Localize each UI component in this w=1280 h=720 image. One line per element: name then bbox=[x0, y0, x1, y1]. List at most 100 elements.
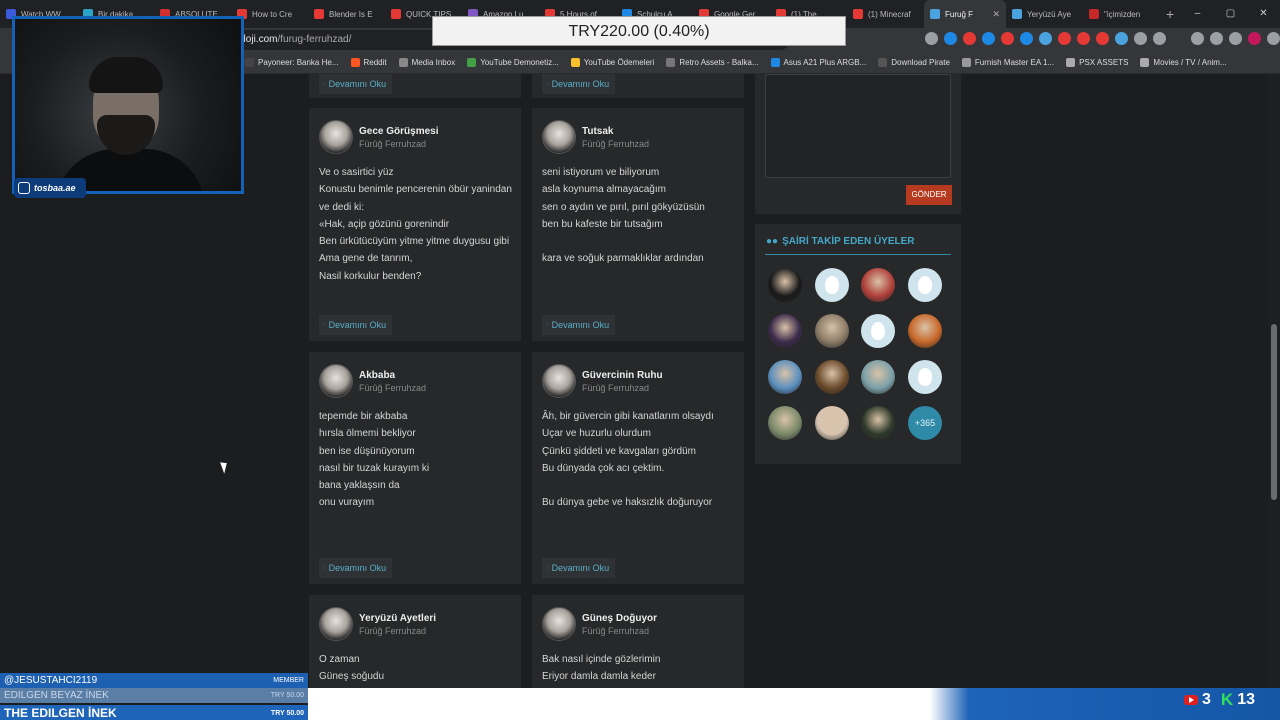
poem-line: nasıl bir tuzak kurayım ki bbox=[319, 462, 430, 474]
read-more-button[interactable]: › Devamını Oku bbox=[542, 315, 616, 335]
music-icon[interactable] bbox=[1191, 32, 1204, 45]
bookmark-item[interactable]: Download Pirate bbox=[878, 58, 950, 67]
browser-tab[interactable]: (1) Minecraf bbox=[847, 0, 924, 28]
extension-icon[interactable] bbox=[1153, 32, 1166, 45]
more-followers-badge[interactable]: +365 bbox=[908, 406, 942, 440]
follower-avatar[interactable] bbox=[768, 314, 802, 348]
follower-avatar[interactable] bbox=[861, 406, 895, 440]
extension-icon[interactable] bbox=[982, 32, 995, 45]
poem-title[interactable]: Tutsak bbox=[582, 126, 649, 137]
poem-title[interactable]: Güvercinin Ruhu bbox=[582, 370, 663, 381]
puzzle-icon[interactable] bbox=[1134, 32, 1147, 45]
follower-avatar[interactable] bbox=[768, 268, 802, 302]
maximize-icon[interactable]: ▢ bbox=[1214, 0, 1247, 28]
extension-icon[interactable] bbox=[1096, 32, 1109, 45]
followers-title: ŞAİRİ TAKİP EDEN ÜYELER bbox=[782, 236, 915, 247]
author-avatar[interactable] bbox=[542, 607, 576, 641]
bookmark-item[interactable]: Reddit bbox=[350, 58, 387, 67]
author-avatar[interactable] bbox=[319, 120, 353, 154]
poem-author[interactable]: Fürûğ Ferruhzad bbox=[582, 383, 663, 393]
youtube-icon bbox=[1184, 695, 1198, 705]
instagram-handle: tosbaa.ae bbox=[34, 183, 76, 193]
browser-tab[interactable]: "içimizden bbox=[1083, 0, 1160, 28]
follower-avatar[interactable] bbox=[861, 268, 895, 302]
follower-avatar[interactable] bbox=[768, 406, 802, 440]
follower-avatar[interactable] bbox=[815, 406, 849, 440]
follower-avatar[interactable] bbox=[815, 314, 849, 348]
poem-title[interactable]: Akbaba bbox=[359, 370, 426, 381]
author-avatar[interactable] bbox=[319, 607, 353, 641]
profile-icon[interactable] bbox=[1248, 32, 1261, 45]
close-window-icon[interactable]: ✕ bbox=[1247, 0, 1280, 28]
bookmark-item[interactable]: Furnish Master EA 1... bbox=[961, 58, 1054, 67]
follower-avatar[interactable] bbox=[908, 360, 942, 394]
bookmark-item[interactable]: YouTube Demonetiz... bbox=[467, 58, 559, 67]
follower-avatar[interactable] bbox=[768, 360, 802, 394]
extension-icon[interactable] bbox=[1020, 32, 1033, 45]
read-more-button[interactable]: › Devamını Oku bbox=[319, 315, 393, 335]
extension-icon[interactable] bbox=[1039, 32, 1052, 45]
poem-line: seni istiyorum ve biliyorum bbox=[542, 167, 660, 178]
extension-icon[interactable] bbox=[1115, 32, 1128, 45]
poem-line: ben bu kafeste bir tutsağım bbox=[542, 218, 663, 230]
follower-avatar[interactable] bbox=[815, 360, 849, 394]
poem-line: Eriyor damla damla keder bbox=[542, 671, 656, 683]
page-scrollbar[interactable] bbox=[1268, 74, 1280, 688]
bookmark-item[interactable]: Asus A21 Plus ARGB... bbox=[770, 58, 866, 67]
poem-line: Âh, bir güvercin gibi kanatlarım olsaydı bbox=[542, 411, 714, 422]
poem-card: Tutsak Fürûğ Ferruhzad seni istiyorum ve b… bbox=[532, 108, 744, 341]
extension-icon[interactable] bbox=[1172, 32, 1185, 45]
follower-avatar[interactable] bbox=[815, 268, 849, 302]
read-more-button[interactable]: › Devamını Oku bbox=[542, 74, 616, 94]
browser-tab[interactable]: Furuğ F ✕ bbox=[924, 0, 1006, 28]
poem-author[interactable]: Fürûğ Ferruhzad bbox=[359, 626, 436, 636]
extension-icon[interactable] bbox=[944, 32, 957, 45]
bookmark-item[interactable]: YouTube Ödemeleri bbox=[570, 58, 654, 67]
reading-list-icon[interactable] bbox=[1210, 32, 1223, 45]
poem-author[interactable]: Fürûğ Ferruhzad bbox=[582, 626, 657, 636]
browser-tab[interactable]: Yeryüzü Aye bbox=[1006, 0, 1083, 28]
extension-icon[interactable] bbox=[1077, 32, 1090, 45]
submit-button[interactable]: GÖNDER bbox=[906, 185, 952, 205]
poem-title[interactable]: Güneş Doğuyor bbox=[582, 613, 657, 624]
poem-title[interactable]: Yeryüzü Ayetleri bbox=[359, 613, 436, 624]
bookmark-item[interactable]: Movies / TV / Anim... bbox=[1140, 58, 1227, 67]
poem-meta: Gece Görüşmesi Fürûğ Ferruhzad bbox=[359, 126, 438, 149]
bookmark-item[interactable]: Retro Assets - Balka... bbox=[666, 58, 759, 67]
author-avatar[interactable] bbox=[542, 364, 576, 398]
read-more-button[interactable]: › Devamını Oku bbox=[319, 558, 393, 578]
new-tab-icon[interactable]: + bbox=[1166, 6, 1174, 22]
bookmark-item[interactable]: Media Inbox bbox=[398, 58, 456, 67]
browser-tab[interactable]: Blender Is E bbox=[308, 0, 385, 28]
author-avatar[interactable] bbox=[319, 364, 353, 398]
read-more-button[interactable]: › Devamını Oku bbox=[319, 74, 393, 94]
menu-icon[interactable] bbox=[1267, 32, 1280, 45]
follower-avatar[interactable] bbox=[908, 268, 942, 302]
bookmark-item[interactable]: PSX ASSETS bbox=[1066, 58, 1128, 67]
extension-icon[interactable] bbox=[1058, 32, 1071, 45]
extension-icon[interactable] bbox=[963, 32, 976, 45]
follower-avatar[interactable] bbox=[908, 314, 942, 348]
read-more-button[interactable]: › Devamını Oku bbox=[542, 558, 616, 578]
sidebar-icon[interactable] bbox=[1229, 32, 1242, 45]
bookmark-icon bbox=[350, 58, 360, 67]
minimize-icon[interactable]: – bbox=[1181, 0, 1214, 28]
poem-author[interactable]: Fürûğ Ferruhzad bbox=[582, 139, 649, 149]
poem-author[interactable]: Fürûğ Ferruhzad bbox=[359, 383, 426, 393]
alert-name: THE EDILGEN İNEK bbox=[4, 706, 117, 720]
close-tab-icon[interactable]: ✕ bbox=[992, 9, 1000, 20]
scrollbar-thumb[interactable] bbox=[1271, 324, 1277, 500]
author-avatar[interactable] bbox=[542, 120, 576, 154]
poem-title[interactable]: Gece Görüşmesi bbox=[359, 126, 438, 137]
bookmark-label: Media Inbox bbox=[411, 58, 456, 67]
extension-icon[interactable] bbox=[1001, 32, 1014, 45]
chevron-right-icon: › bbox=[546, 563, 549, 572]
bookmark-item[interactable]: Payoneer: Banka He... bbox=[245, 58, 339, 67]
poem-author[interactable]: Fürûğ Ferruhzad bbox=[359, 139, 438, 149]
tab-label: (1) Minecraf bbox=[868, 9, 911, 19]
comment-textarea[interactable] bbox=[765, 74, 951, 178]
follower-avatar[interactable] bbox=[861, 360, 895, 394]
extension-icon[interactable] bbox=[925, 32, 938, 45]
bookmark-label: PSX ASSETS bbox=[1079, 58, 1129, 67]
follower-avatar[interactable] bbox=[861, 314, 895, 348]
